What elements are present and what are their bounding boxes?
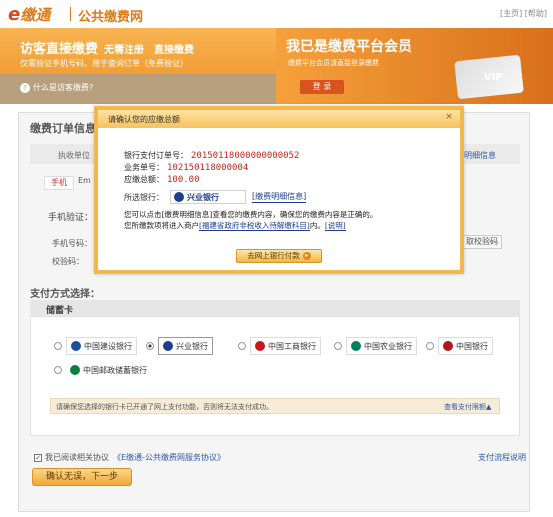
order-no-value: 20150118000000000052 (191, 151, 300, 161)
payment-detail-link[interactable]: [缴费明细信息] (252, 191, 307, 203)
confirm-total-dialog: 请确认您的应缴总额 × 银行支付订单号： 20150118000000000052… (94, 106, 464, 274)
merchant-link[interactable]: [福建省政府非税收入待解缴科目] (199, 221, 310, 231)
total-value: 100.00 (167, 175, 200, 185)
order-no-row: 银行支付订单号： 20150118000000000052 (124, 151, 300, 161)
dialog-title: 请确认您的应缴总额 (108, 115, 180, 124)
explain-link[interactable]: [说明] (324, 221, 346, 231)
close-icon[interactable]: × (444, 112, 454, 122)
notice-check-details: 您可以点击[缴费明细信息]查看您的缴费内容，确保您的缴费内容是正确的。 (124, 210, 378, 219)
go-to-online-bank-button[interactable]: 去网上银行付款 ▸ (236, 249, 322, 263)
notice-merchant: 您所缴款项将进入商户[福建省政府非税收入待解缴科目]内。[说明] (124, 221, 346, 231)
cib-logo-icon (174, 192, 184, 202)
biz-no-row: 业务单号： 102150118000004 (124, 163, 249, 173)
selected-bank-logo: 兴业银行 (170, 190, 246, 204)
total-row: 应缴总额： 100.00 (124, 175, 200, 185)
biz-no-value: 102150118000004 (167, 163, 249, 173)
selected-bank-label: 所选银行： (124, 192, 164, 202)
selected-bank-row: 所选银行： 兴业银行 [缴费明细信息] (124, 190, 307, 204)
arrow-right-icon: ▸ (302, 252, 311, 260)
